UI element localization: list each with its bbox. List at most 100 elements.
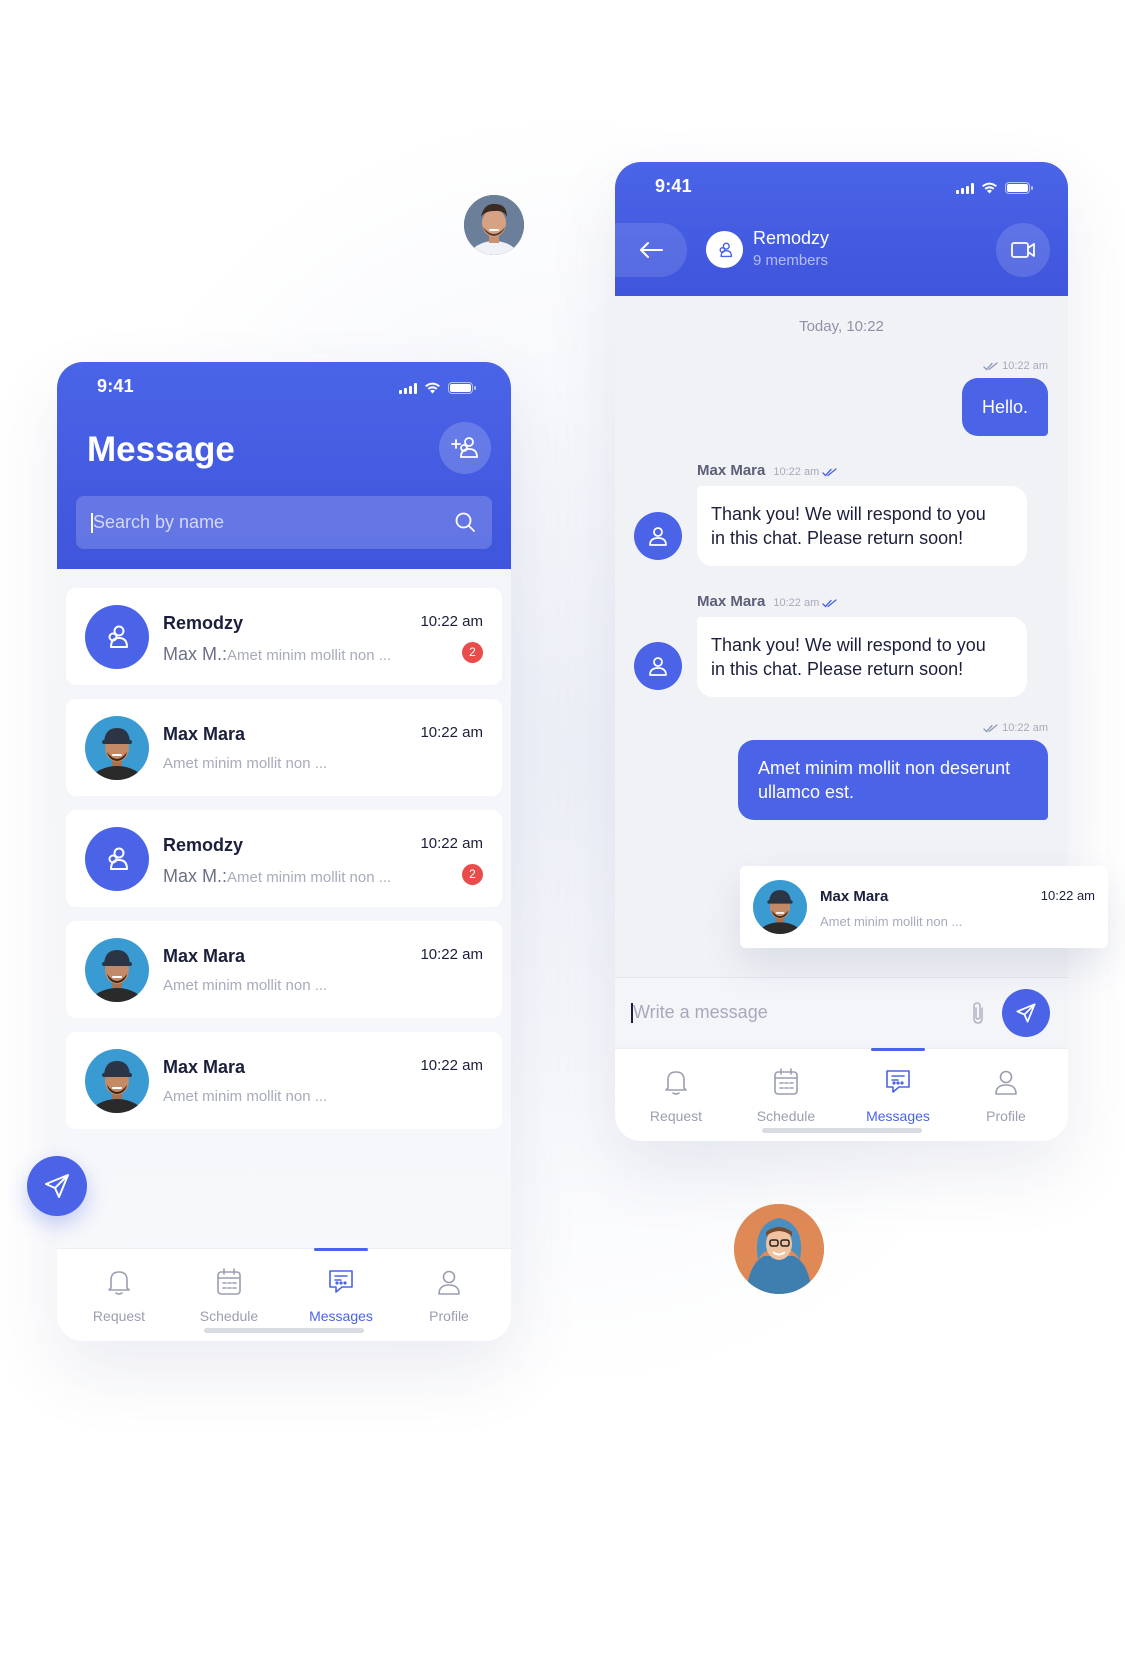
chat-preview: Amet minim mollit non ... (163, 1088, 328, 1105)
signal-icon (956, 182, 974, 194)
user-icon (649, 527, 667, 546)
chat-item[interactable]: Max Mara 10:22 am Amet minim mollit non … (66, 699, 502, 796)
message-text-line: in this chat. Please return soon! (711, 659, 964, 679)
chat-preview-text: Amet minim mollit non ... (227, 647, 392, 664)
chat-header: 9:41 Remodzy 9 members (615, 162, 1068, 296)
message-time: 10:22 am (1002, 360, 1048, 372)
group-name: Remodzy (753, 228, 830, 248)
status-icons (956, 182, 1033, 194)
chat-preview: Amet minim mollit non ... (163, 977, 328, 994)
status-time: 9:41 (655, 176, 692, 196)
chat-list: Remodzy 10:22 am Max M.:Amet minim molli… (66, 588, 502, 1143)
incoming-message: Thank you! We will respond to you in thi… (697, 617, 1027, 697)
group-icon (108, 625, 128, 648)
message-text: Hello. (981, 397, 1029, 417)
sender-name: Max Mara (697, 462, 766, 479)
tab-label: Schedule (199, 1308, 259, 1324)
tab-label: Messages (309, 1308, 373, 1324)
chat-item[interactable]: Remodzy 10:22 am Max M.:Amet minim molli… (66, 588, 502, 685)
tab-label: Request (92, 1308, 146, 1324)
status-bar: 9:41 (57, 362, 511, 412)
battery-icon (1005, 182, 1033, 194)
date-separator: Today, 10:22 (799, 318, 884, 335)
outgoing-message: Amet minim mollit non deserunt ullamco e… (738, 740, 1048, 820)
message-time: 10:22 am (1002, 722, 1048, 734)
tab-profile[interactable]: Profile (394, 1249, 504, 1341)
notification-name: Max Mara (820, 888, 889, 905)
floating-avatar-man (464, 195, 524, 255)
search-placeholder: Search by name (90, 512, 225, 533)
tab-request[interactable]: Request (64, 1249, 174, 1341)
back-button[interactable] (615, 223, 687, 277)
message-time: 10:22 am (773, 466, 820, 478)
chat-name: Max Mara (163, 946, 246, 966)
battery-icon (448, 382, 476, 394)
chat-preview: Max M.:Amet minim mollit non ... (163, 644, 391, 665)
bottom-tab-bar: Request Schedule Messages Profile (615, 1048, 1068, 1141)
message-text-line: Thank you! We will respond to you (711, 504, 986, 524)
user-avatar (85, 716, 149, 780)
user-avatar (753, 880, 807, 934)
group-avatar (85, 827, 149, 891)
send-button[interactable] (1002, 989, 1050, 1037)
floating-avatar-woman (734, 1204, 824, 1294)
signal-icon (399, 382, 417, 394)
group-chat-screen: 9:41 Remodzy 9 members Today, 10:22 10:2… (615, 162, 1068, 1141)
paperclip-icon[interactable] (968, 1000, 988, 1026)
chat-item[interactable]: Remodzy 10:22 am Max M.:Amet minim molli… (66, 810, 502, 907)
send-icon (45, 1174, 69, 1198)
message-text-line: in this chat. Please return soon! (711, 528, 964, 548)
double-check-icon (822, 467, 837, 476)
chat-sender: Max M.: (163, 644, 228, 664)
message-text-line: Amet minim mollit non deserunt (758, 758, 1011, 778)
notification-time: 10:22 am (1040, 888, 1095, 903)
notification-card[interactable]: Max Mara 10:22 am Amet minim mollit non … (740, 866, 1108, 948)
message-text-line: Thank you! We will respond to you (711, 635, 986, 655)
new-message-button[interactable] (27, 1156, 87, 1216)
tab-label: Schedule (756, 1108, 816, 1124)
home-indicator (761, 1128, 922, 1133)
user-avatar (85, 938, 149, 1002)
video-call-button[interactable] (996, 223, 1050, 277)
chat-item[interactable]: Max Mara 10:22 am Amet minim mollit non … (66, 1032, 502, 1129)
chat-time: 10:22 am (420, 946, 483, 963)
status-bar: 9:41 (615, 162, 1068, 212)
messages-list-screen: 9:41 Message Search by name Remodzy 10:2… (57, 362, 511, 1341)
wifi-icon (982, 182, 997, 194)
search-input[interactable]: Search by name (76, 496, 492, 549)
chat-time: 10:22 am (420, 1057, 483, 1074)
add-group-button[interactable] (439, 422, 491, 474)
search-icon[interactable] (454, 511, 476, 533)
group-avatar (706, 231, 743, 268)
calendar-icon (774, 1068, 798, 1095)
message-text-line: ullamco est. (758, 782, 855, 802)
double-check-icon (983, 361, 998, 370)
tab-label: Messages (866, 1108, 930, 1124)
chat-name: Max Mara (163, 1057, 246, 1077)
user-icon (649, 657, 667, 676)
profile-icon (995, 1070, 1017, 1095)
message-input[interactable]: Write a message (631, 1002, 768, 1023)
chat-time: 10:22 am (420, 835, 483, 852)
notification-preview: Amet minim mollit non ... (820, 914, 963, 929)
message-composer: Write a message (615, 977, 1068, 1047)
message-sender: Max Mara 10:22 am (697, 593, 837, 610)
message-time: 10:22 am (773, 597, 820, 609)
message-meta: 10:22 am (983, 722, 1048, 734)
profile-icon (438, 1270, 460, 1295)
calendar-icon (217, 1268, 241, 1295)
user-avatar (85, 1049, 149, 1113)
double-check-icon (822, 598, 837, 607)
sender-avatar (634, 512, 682, 560)
bell-icon (108, 1271, 130, 1295)
tab-profile[interactable]: Profile (951, 1049, 1061, 1141)
tab-request[interactable]: Request (621, 1049, 731, 1141)
status-icons (399, 382, 476, 394)
sender-name: Max Mara (697, 593, 766, 610)
message-sender: Max Mara 10:22 am (697, 462, 837, 479)
group-icon (108, 847, 128, 870)
chat-preview: Max M.:Amet minim mollit non ... (163, 866, 391, 887)
chat-item[interactable]: Max Mara 10:22 am Amet minim mollit non … (66, 921, 502, 1018)
outgoing-message: Hello. (962, 378, 1048, 436)
bottom-tab-bar: Request Schedule Messages Profile (57, 1248, 511, 1341)
